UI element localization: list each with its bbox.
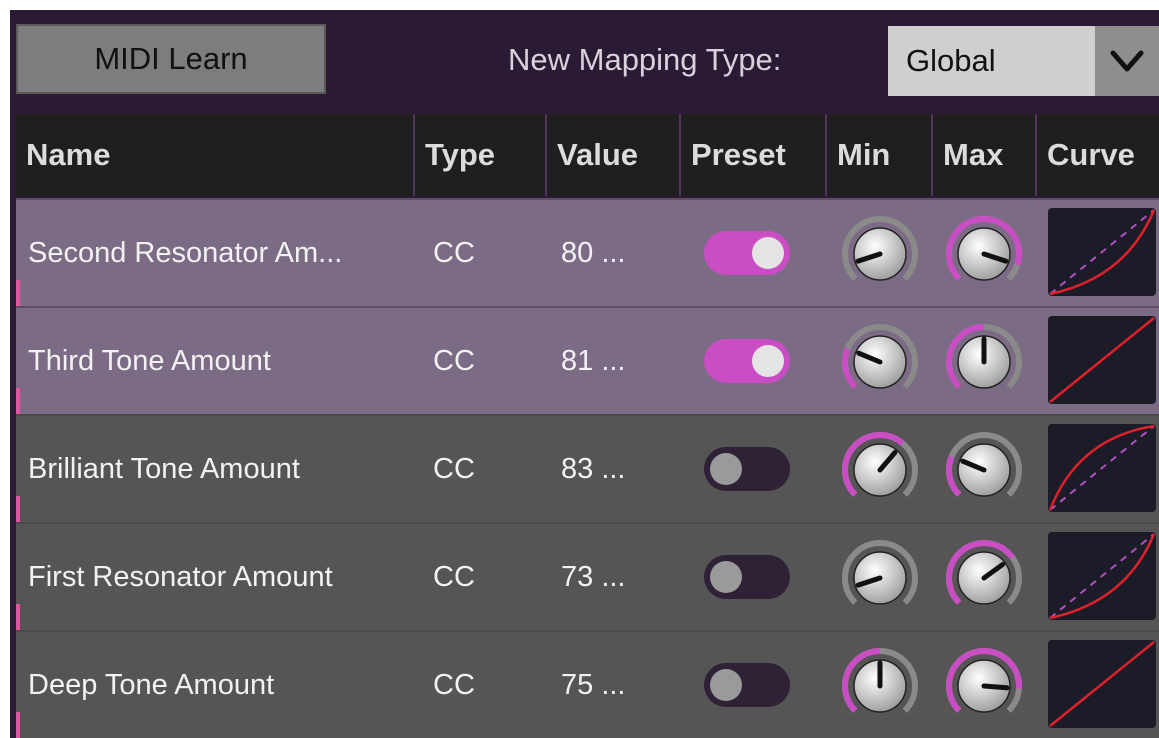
curve-editor[interactable] (1048, 316, 1156, 404)
table-row[interactable]: Third Tone Amount CC 81 ... (16, 306, 1159, 414)
curve-editor[interactable] (1048, 640, 1156, 728)
column-header-min[interactable]: Min (827, 114, 933, 196)
mapping-type: CC (433, 344, 475, 377)
preset-toggle[interactable] (704, 339, 790, 383)
mapping-name: Deep Tone Amount (28, 668, 275, 701)
max-knob[interactable] (942, 644, 1026, 728)
toggle-thumb (710, 669, 742, 701)
min-knob[interactable] (838, 428, 922, 512)
mapping-type: CC (433, 668, 475, 701)
preset-toggle[interactable] (704, 231, 790, 275)
mapping-value: 75 ... (561, 668, 626, 701)
preset-toggle[interactable] (704, 447, 790, 491)
midi-learn-button[interactable]: MIDI Learn (16, 24, 326, 94)
column-header-preset[interactable]: Preset (681, 114, 827, 196)
table-row[interactable]: First Resonator Amount CC 73 ... (16, 522, 1159, 630)
row-marker (16, 388, 20, 414)
mapping-value: 80 ... (561, 236, 626, 269)
table-row[interactable]: Deep Tone Amount CC 75 ... (16, 630, 1159, 738)
min-knob[interactable] (838, 644, 922, 728)
row-marker (16, 712, 20, 738)
row-marker (16, 280, 20, 306)
max-knob[interactable] (942, 212, 1026, 296)
mapping-name: Brilliant Tone Amount (28, 452, 300, 485)
column-header-max[interactable]: Max (933, 114, 1037, 196)
mapping-name: First Resonator Amount (28, 560, 333, 593)
table-header: Name Type Value Preset Min Max Curve (16, 114, 1159, 196)
curve-editor[interactable] (1048, 208, 1156, 296)
toggle-thumb (752, 237, 784, 269)
mapping-type: CC (433, 452, 475, 485)
min-knob[interactable] (838, 212, 922, 296)
toggle-thumb (710, 453, 742, 485)
chevron-down-icon[interactable] (1095, 26, 1159, 96)
max-knob[interactable] (942, 320, 1026, 404)
mapping-type-select[interactable]: Global (888, 26, 1159, 96)
max-knob[interactable] (942, 536, 1026, 620)
mapping-type: CC (433, 236, 475, 269)
row-marker (16, 604, 20, 630)
mapping-value: 83 ... (561, 452, 626, 485)
min-knob[interactable] (838, 320, 922, 404)
toggle-thumb (752, 345, 784, 377)
mapping-type-label: New Mapping Type: (508, 42, 782, 77)
midi-mapping-panel: MIDI Learn New Mapping Type: Global Name… (10, 10, 1159, 738)
min-knob[interactable] (838, 536, 922, 620)
mapping-type: CC (433, 560, 475, 593)
column-header-name[interactable]: Name (16, 114, 415, 196)
column-header-type[interactable]: Type (415, 114, 547, 196)
curve-editor[interactable] (1048, 532, 1156, 620)
max-knob[interactable] (942, 428, 1026, 512)
mapping-value: 81 ... (561, 344, 626, 377)
mapping-value: 73 ... (561, 560, 626, 593)
toolbar: MIDI Learn New Mapping Type: Global (10, 10, 1159, 110)
mapping-type-value: Global (906, 43, 996, 78)
mapping-name: Second Resonator Am... (28, 236, 343, 269)
column-header-value[interactable]: Value (547, 114, 681, 196)
table-row[interactable]: Brilliant Tone Amount CC 83 ... (16, 414, 1159, 522)
toggle-thumb (710, 561, 742, 593)
mapping-name: Third Tone Amount (28, 344, 271, 377)
column-header-curve[interactable]: Curve (1037, 114, 1159, 196)
row-marker (16, 496, 20, 522)
curve-editor[interactable] (1048, 424, 1156, 512)
table-row[interactable]: Second Resonator Am... CC 80 ... (16, 198, 1159, 306)
preset-toggle[interactable] (704, 663, 790, 707)
preset-toggle[interactable] (704, 555, 790, 599)
